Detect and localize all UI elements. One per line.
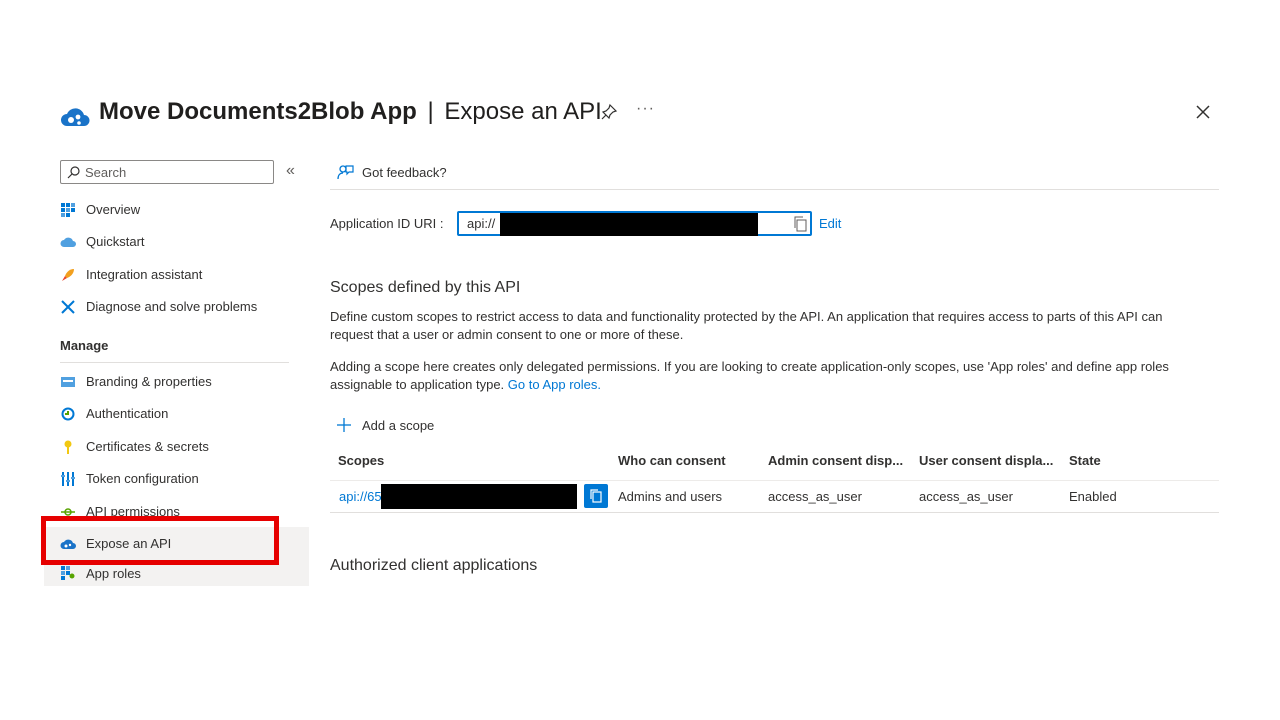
pin-icon[interactable] bbox=[600, 103, 618, 121]
cell-state: Enabled bbox=[1069, 489, 1117, 504]
copy-scope-button[interactable] bbox=[584, 484, 608, 508]
authentication-icon bbox=[60, 406, 76, 422]
authorized-clients-heading: Authorized client applications bbox=[330, 557, 538, 574]
sidebar-item-quickstart[interactable]: Quickstart bbox=[44, 225, 309, 258]
redaction-block bbox=[500, 213, 758, 236]
add-scope-label: Add a scope bbox=[362, 417, 435, 433]
sidebar-item-authentication[interactable]: Authentication bbox=[44, 397, 309, 430]
app-roles-icon bbox=[60, 565, 76, 581]
overview-icon bbox=[60, 202, 76, 218]
toolbar-divider bbox=[330, 189, 1219, 190]
sidebar-item-label: Authentication bbox=[86, 406, 169, 421]
feedback-button[interactable]: Got feedback? bbox=[336, 163, 447, 181]
sidebar-item-certificates[interactable]: Certificates & secrets bbox=[44, 430, 309, 463]
sidebar-item-label: Expose an API bbox=[86, 536, 172, 551]
copy-icon bbox=[590, 489, 602, 503]
copy-icon[interactable] bbox=[793, 216, 807, 232]
delegated-note-text: Adding a scope here creates only delegat… bbox=[330, 359, 1169, 392]
blade-name: Expose an API bbox=[444, 98, 602, 125]
sidebar-divider bbox=[60, 362, 289, 363]
table-row-divider bbox=[330, 512, 1219, 513]
api-permissions-icon bbox=[60, 504, 76, 520]
sidebar-search[interactable] bbox=[60, 160, 274, 184]
sidebar-item-label: App roles bbox=[86, 565, 141, 581]
branding-icon bbox=[60, 374, 76, 390]
table-header-divider bbox=[330, 480, 1219, 481]
collapse-sidebar-icon[interactable]: « bbox=[286, 163, 295, 179]
rocket-icon bbox=[60, 267, 76, 283]
sidebar-item-label: Token configuration bbox=[86, 471, 199, 486]
page-title: Move Documents2Blob App | Expose an API bbox=[99, 96, 602, 128]
application-id-uri-label: Application ID URI : bbox=[330, 216, 444, 231]
scope-link[interactable]: api://65 bbox=[339, 489, 382, 504]
sidebar-item-overview[interactable]: Overview bbox=[44, 193, 309, 226]
sidebar-item-app-roles[interactable]: App roles bbox=[44, 560, 309, 586]
add-scope-button[interactable]: Add a scope bbox=[336, 417, 434, 433]
cell-who-can-consent: Admins and users bbox=[618, 489, 723, 504]
cell-user-consent: access_as_user bbox=[919, 489, 1013, 504]
sidebar-item-label: Integration assistant bbox=[86, 267, 203, 282]
search-input[interactable] bbox=[85, 164, 265, 180]
sidebar-item-api-permissions[interactable]: API permissions bbox=[44, 495, 309, 528]
scopes-description: Define custom scopes to restrict access … bbox=[330, 309, 1163, 342]
app-registration-icon bbox=[61, 108, 90, 126]
sidebar-item-diagnose[interactable]: Diagnose and solve problems bbox=[44, 290, 309, 323]
sidebar-item-token-configuration[interactable]: Token configuration bbox=[44, 462, 309, 495]
sidebar-item-expose-an-api[interactable]: Expose an API bbox=[44, 527, 309, 560]
column-header-admin-consent[interactable]: Admin consent disp... bbox=[768, 453, 903, 468]
plus-icon bbox=[337, 418, 351, 432]
app-name: Move Documents2Blob App bbox=[99, 98, 417, 125]
go-to-app-roles-link[interactable]: Go to App roles. bbox=[508, 377, 601, 392]
cloud-icon bbox=[60, 536, 76, 552]
feedback-icon bbox=[337, 165, 354, 180]
cell-admin-consent: access_as_user bbox=[768, 489, 862, 504]
edit-uri-link[interactable]: Edit bbox=[819, 216, 841, 231]
sidebar-item-label: API permissions bbox=[86, 504, 180, 519]
column-header-state[interactable]: State bbox=[1069, 453, 1101, 468]
sidebar-section-manage: Manage bbox=[60, 338, 109, 353]
key-icon bbox=[60, 439, 76, 455]
scopes-delegated-note: Adding a scope here creates only delegat… bbox=[330, 358, 1200, 394]
sidebar-item-label: Diagnose and solve problems bbox=[86, 299, 258, 314]
wrench-icon bbox=[60, 299, 76, 315]
column-header-who-can-consent[interactable]: Who can consent bbox=[618, 453, 726, 468]
sidebar-item-branding[interactable]: Branding & properties bbox=[44, 365, 309, 398]
token-icon bbox=[60, 471, 76, 487]
column-header-scopes[interactable]: Scopes bbox=[338, 453, 384, 468]
sidebar-item-integration-assistant[interactable]: Integration assistant bbox=[44, 258, 309, 291]
application-id-uri-value: api:// bbox=[467, 216, 496, 231]
more-options-icon[interactable]: ··· bbox=[636, 100, 655, 118]
sidebar-item-label: Quickstart bbox=[86, 234, 145, 249]
redaction-block bbox=[381, 484, 577, 509]
sidebar-item-label: Certificates & secrets bbox=[86, 439, 209, 454]
feedback-label: Got feedback? bbox=[362, 164, 447, 180]
scopes-heading: Scopes defined by this API bbox=[330, 279, 521, 296]
search-icon bbox=[67, 165, 80, 178]
close-icon[interactable] bbox=[1195, 104, 1211, 120]
column-header-user-consent[interactable]: User consent displa... bbox=[919, 453, 1053, 468]
quickstart-icon bbox=[60, 234, 76, 250]
sidebar-item-label: Branding & properties bbox=[86, 374, 212, 389]
sidebar-item-label: Overview bbox=[86, 202, 141, 217]
title-separator: | bbox=[427, 98, 434, 125]
application-id-uri-field[interactable]: api:// bbox=[457, 211, 812, 236]
